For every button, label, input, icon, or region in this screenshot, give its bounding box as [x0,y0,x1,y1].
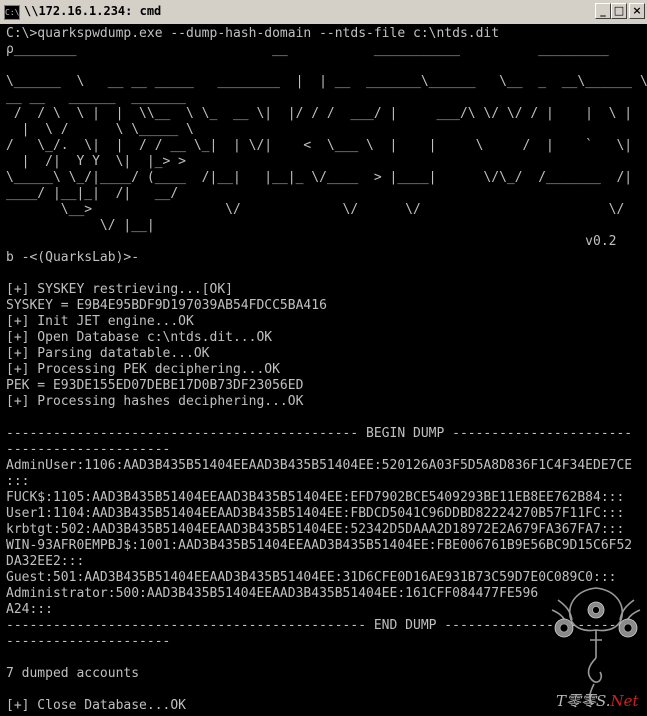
title-bar[interactable]: C:\ \\172.16.1.234: cmd _ □ × [0,0,647,25]
author-line: b -<(QuarksLab)>- [6,250,140,265]
status-line: [+] Parsing datatable...OK [6,346,210,361]
watermark-prefix: T零零S. [556,692,611,710]
ascii-banner-line: \__> \/ \/ \/ \/ [6,202,625,217]
ascii-banner-line: / \_/. \| | / / __ \_| | \/| < \___ \ | … [6,138,633,153]
ascii-banner-line: ρ________ __ ___________ _________ [6,42,609,57]
ascii-banner-line: __ __ ______ _______ [6,90,187,105]
hash-entry-line: Administrator:500:AAD3B435B51404EEAAD3B4… [6,586,539,601]
close-button[interactable]: × [629,3,645,19]
ascii-banner-line: ____/ |__|_| /| __/ [6,186,179,201]
syskey-line: SYSKEY = E9B4E95BDF9D197039AB54FDCC5BA41… [6,298,327,313]
ascii-banner-line: | /| Y Y \| |_> > [6,154,187,169]
hash-entry-line: WIN-93AFR0EMPBJ$:1001:AAD3B435B51404EEAA… [6,538,633,553]
status-line: [+] Close Database...OK [6,698,187,713]
separator-line: --------------------- [6,442,171,457]
command-line: C:\>quarkspwdump.exe --dump-hash-domain … [6,26,500,41]
watermark-suffix: Net [610,692,639,710]
status-line: [+] SYSKEY restrieving...[OK] [6,282,233,297]
status-line: [+] Processing PEK deciphering...OK [6,362,280,377]
hash-entry-line: krbtgt:502:AAD3B435B51404EEAAD3B435B5140… [6,522,625,537]
begin-dump-separator: ----------------------------------------… [6,426,633,441]
end-dump-separator: ----------------------------------------… [6,618,633,633]
version-line: v0.2 [6,234,617,249]
minimize-button[interactable]: _ [595,3,611,19]
hash-entry-line: User1:1104:AAD3B435B51404EEAAD3B435B5140… [6,506,625,521]
ascii-banner-line: \/ |__| [6,218,155,233]
hash-entry-line: DA32EE2::: [6,554,85,569]
hash-entry-line: AdminUser:1106:AAD3B435B51404EEAAD3B435B… [6,458,633,473]
ascii-banner-line: \______ \ __ __ _____ ________ | | __ __… [6,74,647,89]
dumped-count-line: 7 dumped accounts [6,666,140,681]
status-line: [+] Open Database c:\ntds.dit...OK [6,330,273,345]
ascii-banner-line: \_____\ \_/|____/ (____ /|__| |__|_ \/__… [6,170,633,185]
cmd-icon: C:\ [4,5,20,20]
hash-entry-line: ::: [6,474,30,489]
maximize-button[interactable]: □ [611,3,627,19]
status-line: [+] Processing hashes deciphering...OK [6,394,304,409]
hash-entry-line: FUCK$:1105:AAD3B435B51404EEAAD3B435B5140… [6,490,625,505]
ascii-banner-line: / / \ \ | | \\__ \ \_ __ \| |/ / / ___/ … [6,106,633,121]
status-line: [+] Init JET engine...OK [6,314,194,329]
hash-entry-line: A24::: [6,602,53,617]
window-title: \\172.16.1.234: cmd [24,4,162,18]
cmd-window: C:\ \\172.16.1.234: cmd _ □ × C:\>quarks… [0,0,647,716]
pek-line: PEK = E93DE155ED07DEBE17D0B73DF23056ED [6,378,304,393]
ascii-banner-line: | \ / \ \_____ \ [6,122,194,137]
watermark-text: T零零S.Net [556,690,639,711]
separator-line: --------------------- [6,634,171,649]
hash-entry-line: Guest:501:AAD3B435B51404EEAAD3B435B51404… [6,570,617,585]
